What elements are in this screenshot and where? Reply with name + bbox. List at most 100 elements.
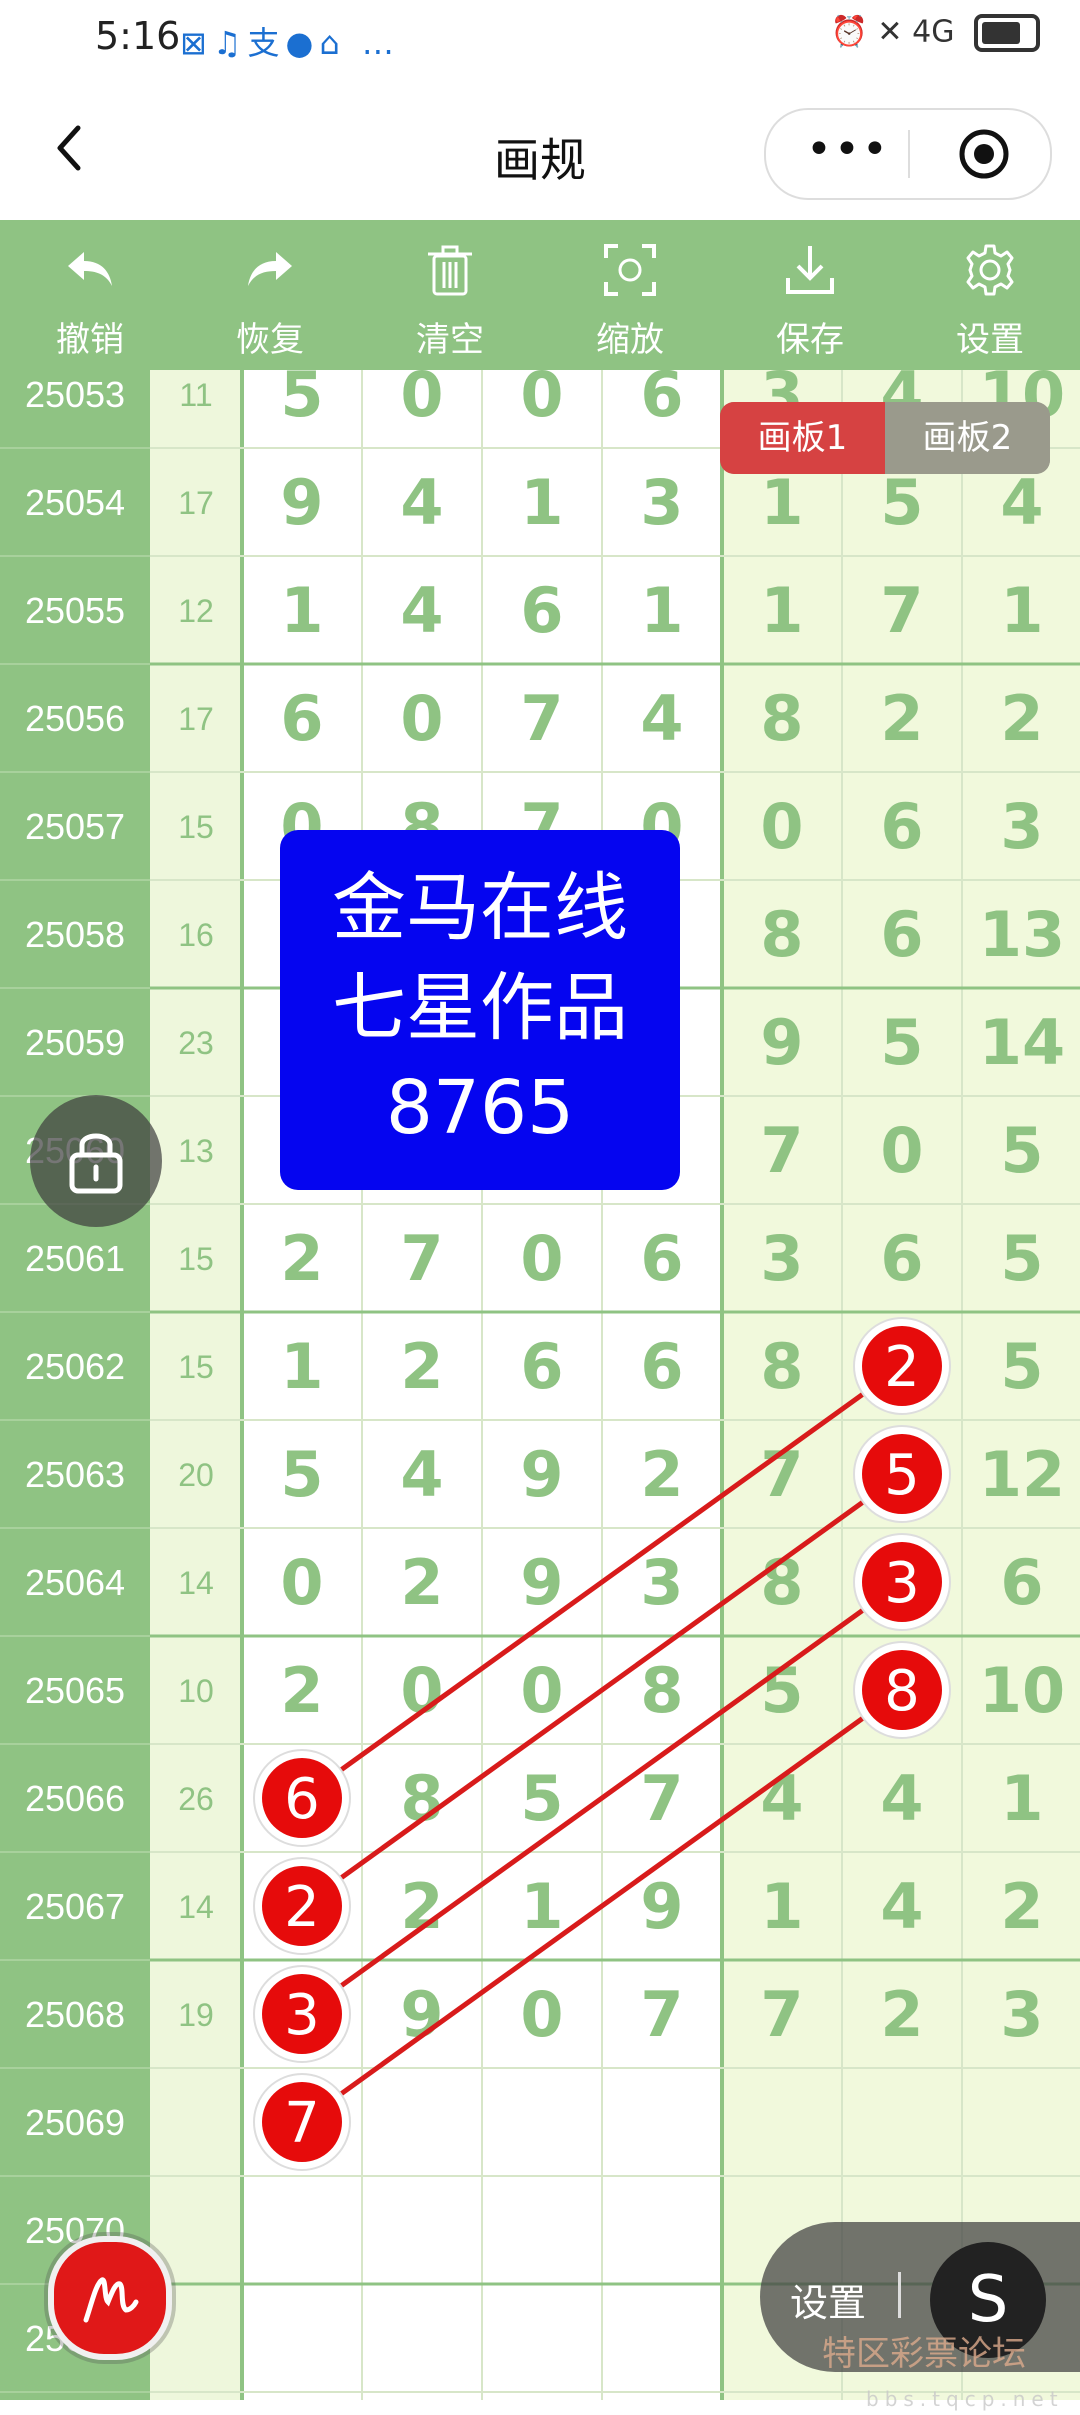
digit-cell[interactable]: 1 (1000, 574, 1043, 647)
lock-button[interactable] (30, 1095, 162, 1227)
digit-cell[interactable]: 13 (979, 898, 1065, 971)
undo-button[interactable]: 撤销 (0, 220, 180, 370)
clear-button[interactable]: 清空 (360, 220, 540, 370)
digit-cell[interactable]: 4 (400, 1438, 443, 1511)
digit-cell[interactable]: 2 (280, 1222, 323, 1295)
floating-settings-label[interactable]: 设置 (790, 2272, 866, 2327)
digit-cell[interactable]: 7 (880, 574, 923, 647)
digit-cell[interactable]: 0 (880, 1114, 923, 1187)
digit-cell[interactable]: 6 (520, 574, 563, 647)
digit-cell[interactable]: 3 (640, 466, 683, 539)
digit-cell[interactable]: 0 (400, 370, 443, 431)
digit-cell[interactable]: 9 (520, 1546, 563, 1619)
more-button[interactable]: ••• (806, 128, 890, 172)
digit-cell[interactable]: 3 (1000, 1978, 1043, 2051)
digit-cell[interactable]: 0 (520, 1654, 563, 1727)
digit-cell[interactable]: 7 (760, 1978, 803, 2051)
digit-cell[interactable]: 3 (1000, 790, 1043, 863)
digit-cell[interactable]: 0 (280, 1546, 323, 1619)
digit-cell[interactable]: 2 (400, 1546, 443, 1619)
digit-cell[interactable]: 7 (760, 1438, 803, 1511)
pen-tool-button[interactable] (48, 2236, 172, 2360)
digit-cell[interactable]: 5 (280, 1438, 323, 1511)
zoom-button[interactable]: 缩放 (540, 220, 720, 370)
digit-cell[interactable]: 7 (640, 1978, 683, 2051)
digit-cell[interactable]: 2 (640, 1438, 683, 1511)
digit-cell[interactable]: 0 (520, 370, 563, 431)
digit-cell[interactable]: 4 (880, 1762, 923, 1835)
board-tab-2[interactable]: 画板2 (885, 402, 1050, 474)
digit-cell[interactable]: 5 (760, 1654, 803, 1727)
digit-cell[interactable]: 5 (520, 1762, 563, 1835)
digit-cell[interactable]: 4 (640, 682, 683, 755)
digit-cell[interactable]: 6 (520, 1330, 563, 1403)
digit-cell[interactable]: 4 (400, 574, 443, 647)
digit-cell[interactable]: 1 (760, 466, 803, 539)
digit-cell[interactable]: 2 (400, 1870, 443, 1943)
digit-cell[interactable]: 7 (400, 1222, 443, 1295)
digit-cell[interactable]: 12 (979, 1438, 1065, 1511)
digit-cell[interactable]: 1 (520, 1870, 563, 1943)
digit-cell[interactable]: 1 (1000, 1762, 1043, 1835)
digit-cell[interactable]: 6 (1000, 1546, 1043, 1619)
digit-cell[interactable]: 7 (520, 682, 563, 755)
digit-cell[interactable]: 0 (760, 790, 803, 863)
digit-cell[interactable]: 7 (760, 1114, 803, 1187)
digit-cell[interactable]: 2 (880, 1978, 923, 2051)
draw-grid[interactable]: 25053 11 5 0 0 6 3 4 10 25054 17 9 4 1 3 1 5 4 25055 12 1 4 6 1… (0, 370, 1080, 2400)
digit-cell[interactable]: 4 (760, 1762, 803, 1835)
digit-cell[interactable]: 2 (1000, 682, 1043, 755)
digit-cell[interactable]: 5 (1000, 1330, 1043, 1403)
digit-cell[interactable]: 6 (880, 898, 923, 971)
digit-cell[interactable]: 6 (880, 1222, 923, 1295)
digit-cell[interactable]: 5 (1000, 1222, 1043, 1295)
digit-cell[interactable]: 0 (520, 1978, 563, 2051)
digit-cell[interactable]: 1 (760, 574, 803, 647)
digit-cell[interactable]: 1 (280, 1330, 323, 1403)
digit-cell[interactable]: 9 (760, 1006, 803, 1079)
digit-cell[interactable]: 6 (640, 370, 683, 431)
digit-cell[interactable]: 1 (520, 466, 563, 539)
digit-cell[interactable]: 8 (760, 898, 803, 971)
digit-cell[interactable]: 5 (880, 466, 923, 539)
digit-cell[interactable]: 4 (1000, 466, 1043, 539)
digit-cell[interactable]: 5 (880, 1006, 923, 1079)
digit-cell[interactable]: 0 (520, 1222, 563, 1295)
digit-cell[interactable]: 5 (1000, 1114, 1043, 1187)
digit-cell[interactable]: 0 (400, 682, 443, 755)
save-button[interactable]: 保存 (720, 220, 900, 370)
digit-cell[interactable]: 2 (880, 682, 923, 755)
digit-cell[interactable]: 14 (979, 1006, 1065, 1079)
redo-button[interactable]: 恢复 (180, 220, 360, 370)
digit-cell[interactable]: 5 (280, 370, 323, 431)
digit-cell[interactable]: 9 (520, 1438, 563, 1511)
digit-cell[interactable]: 8 (640, 1654, 683, 1727)
digit-cell[interactable]: 8 (760, 1546, 803, 1619)
digit-cell[interactable]: 1 (640, 574, 683, 647)
digit-cell[interactable]: 9 (400, 1978, 443, 2051)
digit-cell[interactable]: 10 (979, 1654, 1065, 1727)
digit-cell[interactable]: 2 (280, 1654, 323, 1727)
digit-cell[interactable]: 3 (640, 1546, 683, 1619)
digit-cell[interactable]: 2 (400, 1330, 443, 1403)
digit-cell[interactable]: 2 (1000, 1870, 1043, 1943)
digit-cell[interactable]: 4 (400, 466, 443, 539)
digit-cell[interactable]: 3 (760, 1222, 803, 1295)
digit-cell[interactable]: 6 (640, 1222, 683, 1295)
digit-cell[interactable]: 4 (880, 1870, 923, 1943)
digit-cell[interactable]: 8 (760, 1330, 803, 1403)
digit-cell[interactable]: 1 (760, 1870, 803, 1943)
digit-cell[interactable]: 9 (280, 466, 323, 539)
digit-cell[interactable]: 6 (280, 682, 323, 755)
digit-cell[interactable]: 8 (760, 682, 803, 755)
digit-cell[interactable]: 8 (400, 1762, 443, 1835)
digit-cell[interactable]: 0 (400, 1654, 443, 1727)
digit-cell[interactable]: 6 (640, 1330, 683, 1403)
grid-canvas[interactable]: 25053 11 5 0 0 6 3 4 1025054 17 9 4 1 3 1 5 425055 12 1 4 6 1… (0, 370, 1080, 2400)
digit-cell[interactable]: 1 (280, 574, 323, 647)
board-tab-1[interactable]: 画板1 (720, 402, 885, 474)
close-target-icon[interactable] (958, 128, 1010, 180)
digit-cell[interactable]: 7 (640, 1762, 683, 1835)
settings-button[interactable]: 设置 (900, 220, 1080, 370)
digit-cell[interactable]: 6 (880, 790, 923, 863)
